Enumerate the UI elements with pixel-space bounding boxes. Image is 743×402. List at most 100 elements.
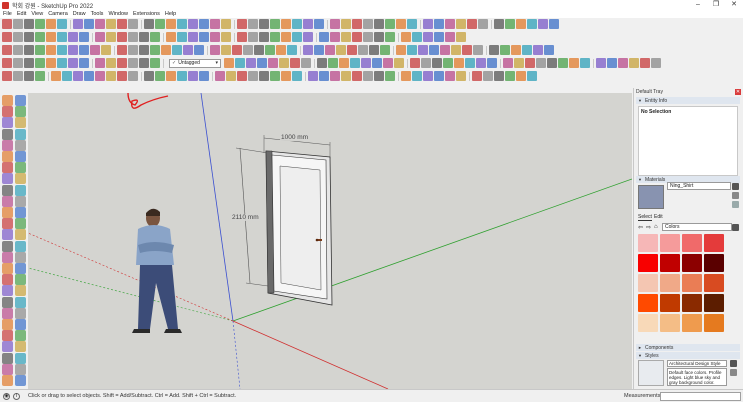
drawing-tool-icon[interactable] [2, 285, 13, 297]
color-swatch[interactable] [638, 254, 658, 272]
toolbar-button-icon[interactable] [472, 71, 482, 81]
toolbar-button-icon[interactable] [139, 32, 149, 42]
toolbar-button-icon[interactable] [287, 45, 297, 55]
menu-view[interactable]: View [31, 11, 43, 17]
toolbar-button-icon[interactable] [301, 58, 311, 68]
toolbar-button-icon[interactable] [150, 58, 160, 68]
drawing-tool-icon[interactable] [2, 128, 13, 140]
toolbar-button-icon[interactable] [325, 45, 335, 55]
toolbar-button-icon[interactable] [281, 32, 291, 42]
toolbar-button-icon[interactable] [210, 45, 220, 55]
toolbar-button-icon[interactable] [128, 45, 138, 55]
drawing-tool-icon[interactable] [2, 139, 13, 151]
drawing-tool-icon[interactable] [15, 263, 26, 274]
toolbar-button-icon[interactable] [363, 71, 373, 81]
toolbar-button-icon[interactable] [248, 71, 258, 81]
color-swatch[interactable] [682, 234, 702, 252]
toolbar-button-icon[interactable] [407, 45, 417, 55]
drawing-tool-icon[interactable] [2, 263, 13, 274]
toolbar-button-icon[interactable] [336, 45, 346, 55]
toolbar-button-icon[interactable] [429, 45, 439, 55]
toolbar-button-icon[interactable] [2, 71, 12, 81]
toolbar-button-icon[interactable] [95, 58, 105, 68]
toolbar-button-icon[interactable] [13, 32, 23, 42]
create-style-icon[interactable] [730, 369, 737, 376]
toolbar-button-icon[interactable] [62, 71, 72, 81]
drawing-tool-icon[interactable] [2, 307, 13, 319]
toolbar-button-icon[interactable] [558, 58, 568, 68]
color-swatch[interactable] [704, 314, 724, 332]
drawing-tool-icon[interactable] [15, 195, 26, 207]
drawing-tool-icon[interactable] [2, 274, 13, 286]
toolbar-button-icon[interactable] [640, 58, 650, 68]
toolbar-button-icon[interactable] [308, 71, 318, 81]
toolbar-button-icon[interactable] [569, 58, 579, 68]
toolbar-button-icon[interactable] [235, 58, 245, 68]
toolbar-button-icon[interactable] [215, 71, 225, 81]
toolbar-button-icon[interactable] [270, 71, 280, 81]
toolbar-button-icon[interactable] [401, 32, 411, 42]
toolbar-button-icon[interactable] [489, 45, 499, 55]
create-material-icon[interactable] [732, 192, 739, 199]
toolbar-button-icon[interactable] [24, 58, 34, 68]
toolbar-button-icon[interactable] [533, 45, 543, 55]
toolbar-button-icon[interactable] [407, 19, 417, 29]
drawing-tool-icon[interactable] [2, 207, 13, 218]
toolbar-button-icon[interactable] [177, 71, 187, 81]
toolbar-button-icon[interactable] [330, 32, 340, 42]
toolbar-button-icon[interactable] [35, 58, 45, 68]
drawing-tool-icon[interactable] [2, 151, 13, 162]
toolbar-button-icon[interactable] [237, 32, 247, 42]
toolbar-button-icon[interactable] [396, 19, 406, 29]
toolbar-button-icon[interactable] [412, 32, 422, 42]
drawing-tool-icon[interactable] [2, 319, 13, 330]
toolbar-button-icon[interactable] [257, 58, 267, 68]
toolbar-button-icon[interactable] [394, 58, 404, 68]
toolbar-button-icon[interactable] [2, 19, 12, 29]
toolbar-button-icon[interactable] [13, 71, 23, 81]
color-swatch[interactable] [638, 314, 658, 332]
toolbar-button-icon[interactable] [177, 19, 187, 29]
toolbar-button-icon[interactable] [106, 32, 116, 42]
toolbar-button-icon[interactable] [514, 58, 524, 68]
drawing-tool-icon[interactable] [15, 319, 26, 330]
toolbar-button-icon[interactable] [188, 32, 198, 42]
details-arrow-icon[interactable] [732, 224, 739, 231]
toolbar-button-icon[interactable] [128, 58, 138, 68]
toolbar-button-icon[interactable] [270, 32, 280, 42]
toolbar-button-icon[interactable] [166, 19, 176, 29]
color-swatch[interactable] [682, 314, 702, 332]
toolbar-button-icon[interactable] [350, 58, 360, 68]
drawing-tool-icon[interactable] [2, 117, 13, 129]
tray-close-button[interactable]: ✕ [735, 89, 741, 95]
toolbar-button-icon[interactable] [57, 32, 67, 42]
human-scale-figure[interactable] [132, 208, 182, 333]
toolbar-button-icon[interactable] [232, 45, 242, 55]
toolbar-button-icon[interactable] [73, 19, 83, 29]
drawing-tool-icon[interactable] [15, 106, 26, 118]
geo-location-icon[interactable]: ◉ [3, 393, 10, 400]
drawing-tool-icon[interactable] [2, 330, 13, 342]
toolbar-button-icon[interactable] [13, 45, 23, 55]
restore-button[interactable]: ❐ [707, 0, 725, 10]
toolbar-button-icon[interactable] [210, 32, 220, 42]
toolbar-button-icon[interactable] [259, 32, 269, 42]
toolbar-button-icon[interactable] [265, 45, 275, 55]
toolbar-button-icon[interactable] [281, 71, 291, 81]
tag-dropdown[interactable]: ✓ Untagged ▾ [169, 58, 221, 68]
instructor-info-icon[interactable]: i [13, 393, 20, 400]
drawing-tool-icon[interactable] [2, 341, 13, 353]
menu-draw[interactable]: Draw [73, 11, 86, 17]
minimize-button[interactable]: – [689, 0, 707, 10]
color-swatch[interactable] [682, 274, 702, 292]
toolbar-button-icon[interactable] [445, 71, 455, 81]
toolbar-button-icon[interactable] [177, 32, 187, 42]
toolbar-button-icon[interactable] [210, 19, 220, 29]
toolbar-button-icon[interactable] [24, 32, 34, 42]
drawing-tool-icon[interactable] [15, 184, 26, 196]
toolbar-button-icon[interactable] [536, 58, 546, 68]
toolbar-button-icon[interactable] [270, 19, 280, 29]
toolbar-button-icon[interactable] [516, 71, 526, 81]
toolbar-button-icon[interactable] [303, 45, 313, 55]
toolbar-button-icon[interactable] [221, 32, 231, 42]
